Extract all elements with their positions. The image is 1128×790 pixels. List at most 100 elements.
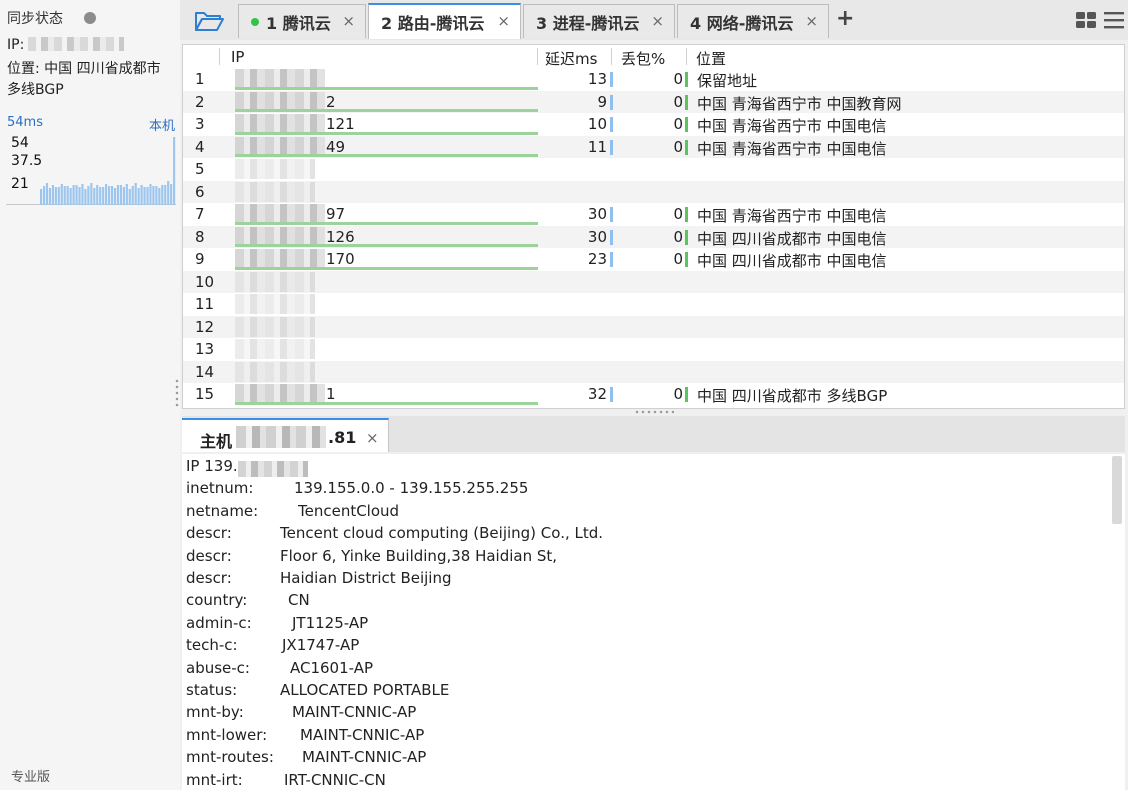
location-value: 中国 青海省西宁市 中国电信 <box>697 139 887 158</box>
sparkline-bar <box>122 187 125 205</box>
close-icon[interactable]: × <box>342 12 355 30</box>
table-row[interactable]: 13 <box>183 338 1124 361</box>
latency-bar <box>610 72 613 87</box>
whois-key: IP 139. <box>186 457 238 475</box>
table-row[interactable]: 1 13 0 保留地址 <box>183 68 1124 91</box>
loss-value: 0 <box>673 227 683 246</box>
sparkline-bar <box>164 185 167 205</box>
tab-2[interactable]: 2 路由-腾讯云 × <box>368 3 521 39</box>
latency-value: 10 <box>587 115 607 133</box>
col-separator <box>686 48 687 65</box>
spark-min: 21 <box>11 176 29 192</box>
folder-open-icon[interactable] <box>194 10 224 32</box>
table-header: IP 延迟ms 丢包% 位置 <box>183 45 1124 68</box>
table-row[interactable]: 14 <box>183 360 1124 383</box>
latency-value: 11 <box>587 137 607 156</box>
whois-value: Floor 6, Yinke Building,38 Haidian St, <box>280 546 558 565</box>
sparkline-bar <box>110 186 114 205</box>
horizontal-splitter[interactable] <box>634 410 674 414</box>
col-separator <box>537 48 538 65</box>
whois-key: mnt-irt: <box>186 770 243 789</box>
loss-value: 0 <box>673 92 683 111</box>
loss-bar <box>685 252 688 267</box>
whois-value: Haidian District Beijing <box>280 569 452 587</box>
hop-number: 13 <box>195 340 215 358</box>
sparkline-bar <box>72 185 75 205</box>
tab-3[interactable]: 3 进程-腾讯云 × <box>523 4 675 38</box>
host-tab[interactable]: 主机 .81 × <box>182 418 389 452</box>
table-row[interactable]: 12 <box>183 315 1124 338</box>
ip-bar <box>235 221 538 225</box>
close-icon[interactable]: × <box>651 12 664 30</box>
hop-number: 12 <box>195 317 215 336</box>
table-row[interactable]: 5 <box>183 158 1124 181</box>
sparkline-bar <box>99 187 102 205</box>
hop-number: 1 <box>195 70 205 88</box>
ip-redacted <box>235 181 315 202</box>
ip-label: IP: <box>7 37 25 53</box>
sync-status-indicator <box>84 12 96 24</box>
loss-bar <box>685 139 688 155</box>
menu-icon[interactable] <box>1104 11 1124 29</box>
whois-value: MAINT-CNNIC-AP <box>302 748 427 767</box>
ip-redacted <box>235 316 315 337</box>
col-ip[interactable]: IP <box>231 48 244 66</box>
layout-grid-icon[interactable] <box>1076 12 1096 28</box>
sparkline-bar <box>66 186 69 205</box>
table-row[interactable]: 11 <box>183 293 1124 316</box>
sparkline-bar <box>161 185 164 205</box>
tab-4[interactable]: 4 网络-腾讯云 × <box>677 4 829 38</box>
close-icon[interactable]: × <box>366 429 379 447</box>
ip-redacted <box>28 37 125 51</box>
latency-value: 9 <box>597 92 607 111</box>
latency-sparkline: 54 37.5 21 <box>6 133 176 205</box>
sparkline-bar <box>149 184 152 205</box>
location-value: 中国 青海省西宁市 中国教育网 <box>697 94 902 113</box>
whois-value: TencentCloud <box>298 501 400 520</box>
table-row[interactable]: 3 121 10 0 中国 青海省西宁市 中国电信 <box>183 113 1124 136</box>
tab-label: 3 进程-腾讯云 <box>536 13 640 33</box>
ip-suffix: 126 <box>326 227 355 246</box>
hop-number: 14 <box>195 362 215 381</box>
sparkline-bar <box>87 186 90 205</box>
ip-redacted <box>235 339 315 359</box>
ip-redacted <box>235 159 315 179</box>
table-row[interactable]: 15 1 32 0 中国 四川省成都市 多线BGP <box>183 383 1124 406</box>
table-row[interactable]: 7 97 30 0 中国 青海省西宁市 中国电信 <box>183 203 1124 226</box>
whois-panel[interactable]: IP 139. inetnum: 139.155.0.0 - 139.155.255… <box>182 454 1125 790</box>
sparkline-bar <box>119 185 122 205</box>
table-row[interactable]: 4 49 11 0 中国 青海省西宁市 中国电信 <box>183 135 1124 158</box>
vertical-splitter[interactable] <box>175 378 179 408</box>
table-row[interactable]: 8 126 30 0 中国 四川省成都市 中国电信 <box>183 225 1124 248</box>
whois-value: AC1601-AP <box>290 658 374 677</box>
col-loss[interactable]: 丢包% <box>621 48 665 69</box>
spark-max: 54 <box>11 135 29 151</box>
sync-status-label: 同步状态 <box>7 11 63 27</box>
whois-key: country: <box>186 591 248 610</box>
table-row[interactable]: 9 170 23 0 中国 四川省成都市 中国电信 <box>183 248 1124 271</box>
add-tab-icon[interactable]: + <box>836 6 854 31</box>
sparkline-bar <box>48 188 52 205</box>
whois-key: descr: <box>186 569 232 587</box>
whois-key: mnt-lower: <box>186 725 268 744</box>
whois-key: mnt-routes: <box>186 748 274 767</box>
sidebar: 同步状态 IP: 位置: 中国 四川省成都市 多线BGP 54ms 本机 54 … <box>0 0 180 790</box>
sparkline-bar <box>51 185 54 205</box>
ping-target[interactable]: 本机 <box>149 115 175 134</box>
hop-number: 5 <box>195 160 205 178</box>
col-location[interactable]: 位置 <box>696 48 726 69</box>
sparkline-bar <box>146 187 149 205</box>
col-latency[interactable]: 延迟ms <box>545 48 597 69</box>
whois-key: status: <box>186 681 238 699</box>
close-icon[interactable]: × <box>497 12 510 30</box>
table-row[interactable]: 10 <box>183 270 1124 293</box>
table-row[interactable]: 6 <box>183 180 1124 203</box>
tab-1[interactable]: 1 腾讯云 × <box>238 4 366 38</box>
scrollbar-thumb[interactable] <box>1112 456 1122 524</box>
sparkline-bar <box>131 186 134 205</box>
sparkline-bar <box>45 183 49 205</box>
loss-bar <box>685 229 688 245</box>
table-row[interactable]: 2 2 9 0 中国 青海省西宁市 中国教育网 <box>183 90 1124 113</box>
close-icon[interactable]: × <box>805 12 818 30</box>
ip-redacted <box>235 271 315 292</box>
